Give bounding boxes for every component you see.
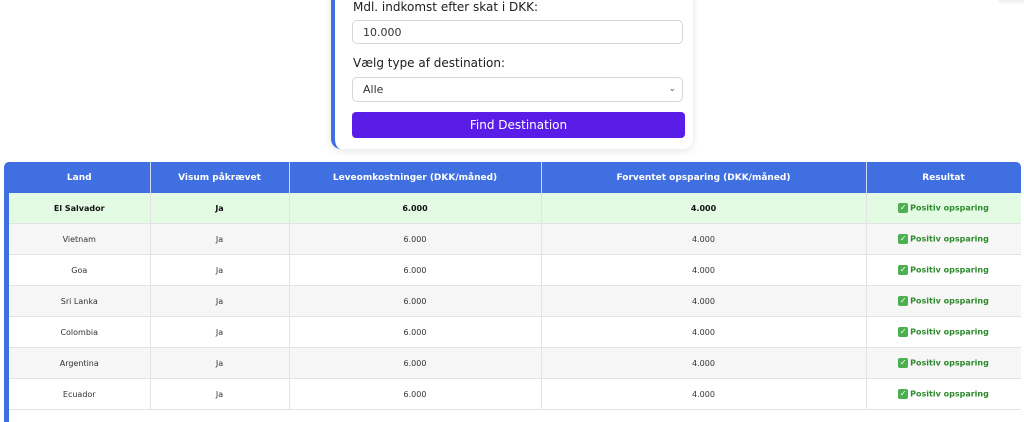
destination-type-label: Vælg type af destination: [353,56,506,70]
table-row: Colombia Ja 6.000 4.000 ✓ Positiv opspari… [9,316,1021,348]
cell-saving: 4.000 [541,254,867,286]
cell-result: ✓ Positiv opsparing [866,223,1021,255]
cell-result: ✓ Positiv opsparing [866,285,1021,317]
check-icon: ✓ [898,203,909,213]
result-text: Positiv opsparing [910,296,989,306]
results-table-container: Land Visum påkrævet Leveomkostninger (DK… [4,162,1021,422]
results-table: Land Visum påkrævet Leveomkostninger (DK… [9,162,1021,410]
cell-visum: Ja [150,223,290,255]
cell-cost: 6.000 [289,378,542,410]
cell-result: ✓ Positiv opsparing [866,347,1021,379]
cell-land: Argentina [9,347,151,379]
cell-result: ✓ Positiv opsparing [866,316,1021,348]
income-label: Mdl. indkomst efter skat i DKK: [353,0,539,14]
check-icon: ✓ [898,358,909,368]
cell-saving: 4.000 [541,378,867,410]
check-icon: ✓ [898,234,909,244]
header-land: Land [9,162,151,193]
cell-result: ✓ Positiv opsparing [866,378,1021,410]
table-row: Vietnam Ja 6.000 4.000 ✓ Positiv opsparin… [9,223,1021,255]
check-icon: ✓ [898,265,909,275]
cell-land: Colombia [9,316,151,348]
cell-result: ✓ Positiv opsparing [866,254,1021,286]
cell-saving: 4.000 [541,193,867,224]
header-saving: Forventet opsparing (DKK/måned) [541,162,867,193]
check-icon: ✓ [898,327,909,337]
destination-form: Mdl. indkomst efter skat i DKK: 10.000 V… [331,0,693,149]
cell-visum: Ja [150,347,290,379]
cell-visum: Ja [150,254,290,286]
table-row: Argentina Ja 6.000 4.000 ✓ Positiv opspar… [9,347,1021,379]
cell-saving: 4.000 [541,285,867,317]
table-row: Ecuador Ja 6.000 4.000 ✓ Positiv opsparin… [9,378,1021,410]
result-text: Positiv opsparing [910,327,989,337]
table-header-row: Land Visum påkrævet Leveomkostninger (DK… [9,162,1021,193]
cell-land: Goa [9,254,151,286]
check-icon: ✓ [898,389,909,399]
income-input[interactable]: 10.000 [352,20,683,44]
cell-land: Sri Lanka [9,285,151,317]
cell-visum: Ja [150,285,290,317]
find-destination-button[interactable]: Find Destination [352,112,685,138]
destination-type-value: Alle [363,83,384,96]
table-row: El Salvador Ja 6.000 4.000 ✓ Positiv opsp… [9,193,1021,224]
check-icon: ✓ [898,296,909,306]
cell-saving: 4.000 [541,316,867,348]
cell-visum: Ja [150,316,290,348]
result-text: Positiv opsparing [910,234,989,244]
table-row: Goa Ja 6.000 4.000 ✓ Positiv opsparing [9,254,1021,286]
cell-cost: 6.000 [289,285,542,317]
scroll-corner [998,0,1024,5]
cell-land: Vietnam [9,223,151,255]
result-text: Positiv opsparing [910,203,989,213]
cell-cost: 6.000 [289,193,542,224]
cell-land: El Salvador [9,193,151,224]
result-text: Positiv opsparing [910,265,989,275]
result-text: Positiv opsparing [910,358,989,368]
cell-visum: Ja [150,378,290,410]
cell-cost: 6.000 [289,316,542,348]
header-result: Resultat [866,162,1021,193]
header-cost: Leveomkostninger (DKK/måned) [289,162,542,193]
cell-result: ✓ Positiv opsparing [866,193,1021,224]
cell-saving: 4.000 [541,223,867,255]
destination-type-select[interactable]: Alle ⌄ [352,77,683,102]
cell-cost: 6.000 [289,254,542,286]
chevron-updown-icon: ⌄ [668,84,676,94]
header-visum: Visum påkrævet [150,162,290,193]
result-text: Positiv opsparing [910,389,989,399]
cell-cost: 6.000 [289,347,542,379]
cell-land: Ecuador [9,378,151,410]
cell-visum: Ja [150,193,290,224]
table-row: Sri Lanka Ja 6.000 4.000 ✓ Positiv opspar… [9,285,1021,317]
cell-saving: 4.000 [541,347,867,379]
cell-cost: 6.000 [289,223,542,255]
